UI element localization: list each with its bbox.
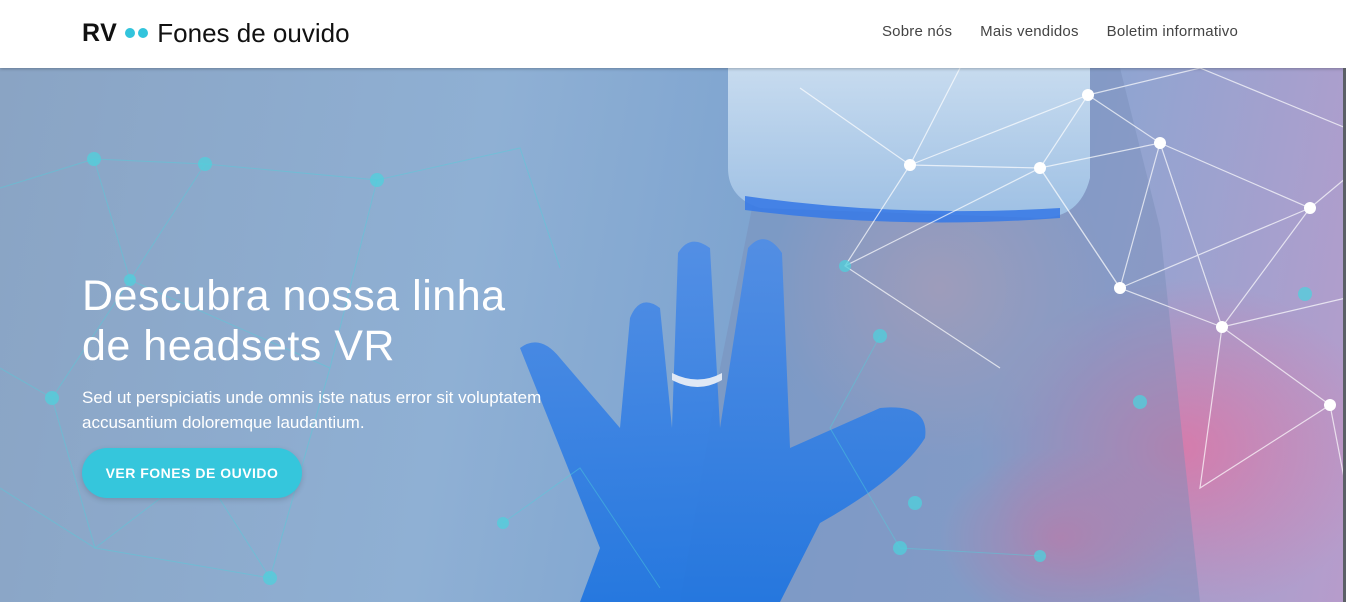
hero-section: Descubra nossa linha de headsets VR Sed … — [0, 68, 1346, 602]
hero-subtitle: Sed ut perspiciatis unde omnis iste natu… — [82, 385, 622, 435]
brand-short: RV — [82, 18, 118, 47]
hero-subtitle-line1: Sed ut perspiciatis unde omnis iste natu… — [82, 388, 542, 407]
hero-title-line1: Descubra nossa linha — [82, 272, 506, 320]
hero-subtitle-line2: accusantium doloremque laudantium. — [82, 413, 365, 432]
site-header: RV Fones de ouvido Sobre nós Mais vendid… — [0, 0, 1346, 68]
nav-link-boletim-informativo[interactable]: Boletim informativo — [1107, 23, 1238, 40]
hero-title: Descubra nossa linha de headsets VR — [82, 271, 642, 371]
nav-link-sobre-nos[interactable]: Sobre nós — [882, 23, 952, 40]
view-headphones-button[interactable]: VER FONES DE OUVIDO — [82, 448, 302, 498]
nav-link-mais-vendidos[interactable]: Mais vendidos — [980, 23, 1078, 40]
main-nav: Sobre nós Mais vendidos Boletim informat… — [882, 23, 1238, 40]
brand-logo[interactable]: RV Fones de ouvido — [82, 17, 350, 49]
hero-title-line2: de headsets VR — [82, 322, 395, 370]
brand-dots-icon — [125, 28, 151, 38]
brand-name: Fones de ouvido — [157, 17, 350, 48]
